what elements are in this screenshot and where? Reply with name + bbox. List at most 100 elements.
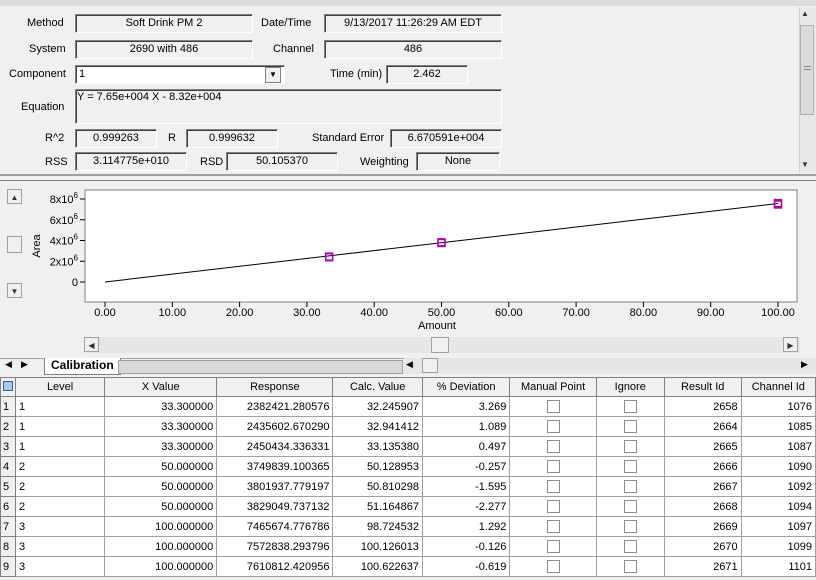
col-header-channel-id[interactable]: Channel Id (740, 377, 816, 397)
tab-next-icon[interactable]: ▶ (21, 359, 28, 370)
table-row[interactable]: 1 1 33.300000 2382421.280576 32.245907 3.269 2… (0, 396, 816, 417)
weighting-field: None (416, 152, 500, 171)
calc-value-cell: 50.128953 (332, 456, 423, 477)
x-value-cell: 100.000000 (104, 516, 218, 537)
col-header-calc-value[interactable]: Calc. Value (332, 377, 423, 397)
tab-prev-icon[interactable]: ◀ (5, 359, 12, 370)
table-row[interactable]: 5 2 50.000000 3801937.779197 50.810298 -1.595… (0, 476, 816, 497)
x-value-cell: 33.300000 (104, 416, 218, 437)
row-number[interactable]: 4 (0, 456, 16, 477)
col-header-manual-point[interactable]: Manual Point (509, 377, 597, 397)
row-number[interactable]: 5 (0, 476, 16, 497)
result-id-cell: 2667 (663, 476, 742, 497)
tab-calibration[interactable]: Calibration (44, 358, 121, 375)
table-row[interactable]: 4 2 50.000000 3749839.100365 50.128953 -0.257… (0, 456, 816, 477)
ignore-checkbox[interactable] (623, 500, 637, 513)
manual-point-checkbox[interactable] (546, 460, 560, 473)
x-tick-label: 10.00 (159, 307, 187, 319)
row-number[interactable]: 9 (0, 556, 16, 577)
manual-point-checkbox[interactable] (546, 400, 560, 413)
equation-label: Equation (21, 101, 65, 113)
y-tick-label: 8x106 (50, 191, 79, 206)
manual-point-checkbox-cell (509, 496, 597, 517)
result-id-cell: 2671 (663, 556, 742, 577)
grid-icon[interactable] (0, 377, 16, 397)
form-scroll-thumb[interactable] (800, 25, 814, 115)
table-row[interactable]: 2 1 33.300000 2435602.670290 32.941412 1.089 2… (0, 416, 816, 437)
ignore-checkbox[interactable] (623, 480, 637, 493)
col-header-x-value[interactable]: X Value (104, 377, 218, 397)
table-row[interactable]: 8 3 100.000000 7572838.293796 100.126013 -0.1… (0, 536, 816, 557)
y-tick-label: 0 (72, 277, 78, 289)
calc-value-cell: 51.164867 (332, 496, 423, 517)
manual-point-checkbox[interactable] (546, 440, 560, 453)
manual-point-checkbox-cell (509, 536, 597, 557)
level-cell: 2 (14, 496, 106, 517)
table-scroll-right-icon[interactable]: ▶ (801, 359, 808, 370)
manual-point-checkbox[interactable] (546, 420, 560, 433)
response-cell: 3749839.100365 (216, 456, 334, 477)
table-row[interactable]: 6 2 50.000000 3829049.737132 51.164867 -2.277… (0, 496, 816, 517)
chart-scroll-left-icon[interactable]: ◀ (84, 337, 99, 352)
ignore-checkbox-cell (595, 456, 665, 477)
manual-point-checkbox[interactable] (546, 560, 560, 573)
datetime-label: Date/Time (261, 17, 312, 29)
level-cell: 2 (14, 476, 106, 497)
row-number[interactable]: 7 (0, 516, 16, 537)
row-number[interactable]: 3 (0, 436, 16, 457)
table-row[interactable]: 3 1 33.300000 2450434.336331 33.135380 0.497 2… (0, 436, 816, 457)
x-value-cell: 50.000000 (104, 496, 218, 517)
ignore-checkbox[interactable] (623, 540, 637, 553)
manual-point-checkbox[interactable] (546, 520, 560, 533)
chevron-down-icon[interactable]: ▼ (265, 67, 281, 83)
response-cell: 7572838.293796 (216, 536, 334, 557)
col-header-deviation[interactable]: % Deviation (421, 377, 511, 397)
manual-point-checkbox[interactable] (546, 540, 560, 553)
deviation-cell: 0.497 (421, 436, 511, 457)
chart-hscroll-thumb[interactable] (431, 337, 449, 353)
col-header-response[interactable]: Response (216, 377, 334, 397)
chart-scroll-right-icon[interactable]: ▶ (783, 337, 798, 352)
calibration-table: Level X Value Response Calc. Value % Dev… (0, 377, 816, 577)
ignore-checkbox[interactable] (623, 560, 637, 573)
ignore-checkbox[interactable] (623, 440, 637, 453)
table-row[interactable]: 9 3 100.000000 7610812.420956 100.622637 -0.6… (0, 556, 816, 577)
rss-label: RSS (45, 156, 68, 168)
scroll-down-icon[interactable]: ▼ (801, 160, 809, 169)
manual-point-checkbox[interactable] (546, 480, 560, 493)
deviation-cell: -0.126 (421, 536, 511, 557)
col-header-level[interactable]: Level (14, 377, 106, 397)
ignore-checkbox[interactable] (623, 400, 637, 413)
table-hscrollbar[interactable] (404, 358, 816, 374)
deviation-cell: -2.277 (421, 496, 511, 517)
system-label: System (29, 43, 66, 55)
x-value-cell: 33.300000 (104, 436, 218, 457)
row-number[interactable]: 1 (0, 396, 16, 417)
response-cell: 2435602.670290 (216, 416, 334, 437)
channel-field: 486 (324, 40, 502, 59)
scroll-up-icon[interactable]: ▲ (801, 9, 809, 18)
row-number[interactable]: 8 (0, 536, 16, 557)
col-header-result-id[interactable]: Result Id (663, 377, 742, 397)
table-scroll-left-icon[interactable]: ◀ (406, 359, 413, 370)
level-cell: 2 (14, 456, 106, 477)
result-id-cell: 2666 (663, 456, 742, 477)
deviation-cell: 1.089 (421, 416, 511, 437)
level-cell: 3 (14, 556, 106, 577)
table-hscroll-thumb[interactable] (422, 358, 438, 373)
ignore-checkbox[interactable] (623, 420, 637, 433)
row-number[interactable]: 2 (0, 416, 16, 437)
table-row[interactable]: 7 3 100.000000 7465674.776786 98.724532 1.292… (0, 516, 816, 537)
stderr-label: Standard Error (312, 132, 385, 144)
ignore-checkbox[interactable] (623, 520, 637, 533)
calc-value-cell: 33.135380 (332, 436, 423, 457)
col-header-ignore[interactable]: Ignore (595, 377, 665, 397)
component-select[interactable]: 1 (75, 65, 285, 84)
result-id-cell: 2670 (663, 536, 742, 557)
response-cell: 3829049.737132 (216, 496, 334, 517)
row-number[interactable]: 6 (0, 496, 16, 517)
ignore-checkbox[interactable] (623, 460, 637, 473)
x-tick-label: 20.00 (226, 307, 254, 319)
x-tick-label: 50.00 (428, 307, 456, 319)
manual-point-checkbox[interactable] (546, 500, 560, 513)
